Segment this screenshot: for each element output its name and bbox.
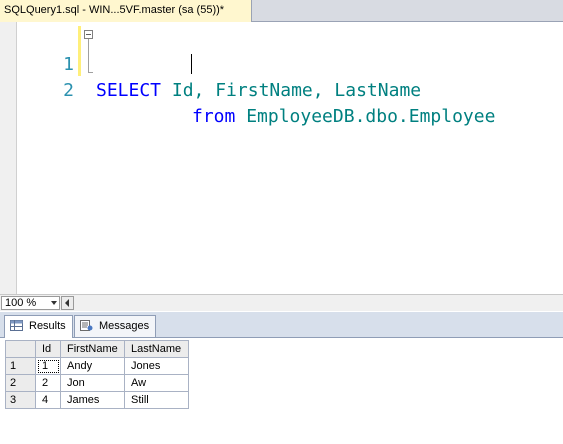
row-header[interactable]: 2 <box>5 374 36 392</box>
table-row: 3 4 James Still <box>5 391 189 409</box>
grid-cell[interactable]: 4 <box>35 391 61 409</box>
code-text: from EmployeeDB.dbo.Employee <box>192 104 495 130</box>
table-row: 2 2 Jon Aw <box>5 374 189 392</box>
document-tab-strip: SQLQuery1.sql - WIN...5VF.master (sa (55… <box>0 0 563 22</box>
grid-corner[interactable] <box>5 340 36 358</box>
zoom-dropdown[interactable]: 100 % <box>1 296 60 310</box>
grid-cell[interactable]: Jones <box>124 357 189 375</box>
grid-icon <box>10 320 23 331</box>
results-grid: Id FirstName LastName 1 1 Andy Jones 2 2… <box>5 340 189 409</box>
messages-icon <box>80 320 93 331</box>
code-text: SELECT Id, FirstName, LastName <box>96 78 421 104</box>
tab-messages[interactable]: Messages <box>74 315 157 337</box>
column-header[interactable]: LastName <box>124 340 189 358</box>
grid-cell[interactable]: 2 <box>35 374 61 392</box>
table-row: 1 1 Andy Jones <box>5 357 189 375</box>
line-number: 2 <box>63 80 74 101</box>
editor-zoom-bar: 100 % <box>0 294 563 311</box>
query-tab[interactable]: SQLQuery1.sql - WIN...5VF.master (sa (55… <box>0 0 252 22</box>
code-line-2[interactable]: 2 from EmployeeDB.dbo.Employee <box>0 52 563 127</box>
tab-messages-label: Messages <box>99 320 150 332</box>
sql-identifiers: EmployeeDB.dbo.Employee <box>235 106 496 127</box>
sql-keyword: from <box>192 106 236 127</box>
tab-results[interactable]: Results <box>4 315 73 338</box>
query-tab-title: SQLQuery1.sql - WIN...5VF.master (sa (55… <box>4 4 225 16</box>
grid-header-row: Id FirstName LastName <box>5 340 189 358</box>
grid-cell[interactable]: Jon <box>60 374 125 392</box>
grid-cell[interactable]: Aw <box>124 374 189 392</box>
sql-identifiers: Id, FirstName, LastName <box>161 80 422 101</box>
column-header[interactable]: FirstName <box>60 340 125 358</box>
scroll-left-button[interactable] <box>61 296 74 310</box>
code-line-1[interactable]: 1 SELECT Id, FirstName, LastName <box>0 26 563 101</box>
tab-results-label: Results <box>29 320 66 332</box>
grid-cell[interactable]: Andy <box>60 357 125 375</box>
grid-cell[interactable]: Still <box>124 391 189 409</box>
grid-cell[interactable]: 1 <box>35 357 61 375</box>
column-header[interactable]: Id <box>35 340 61 358</box>
grid-cell[interactable]: James <box>60 391 125 409</box>
query-editor[interactable]: 1 SELECT Id, FirstName, LastName 2 from … <box>0 22 563 294</box>
sql-keyword: SELECT <box>96 80 162 101</box>
row-header[interactable]: 1 <box>5 357 36 375</box>
zoom-value: 100 % <box>5 297 37 309</box>
text-caret <box>191 54 192 74</box>
results-tab-strip: Results Messages <box>0 312 563 338</box>
chevron-down-icon <box>51 301 57 305</box>
row-header[interactable]: 3 <box>5 391 36 409</box>
results-grid-area: Id FirstName LastName 1 1 Andy Jones 2 2… <box>0 338 563 444</box>
